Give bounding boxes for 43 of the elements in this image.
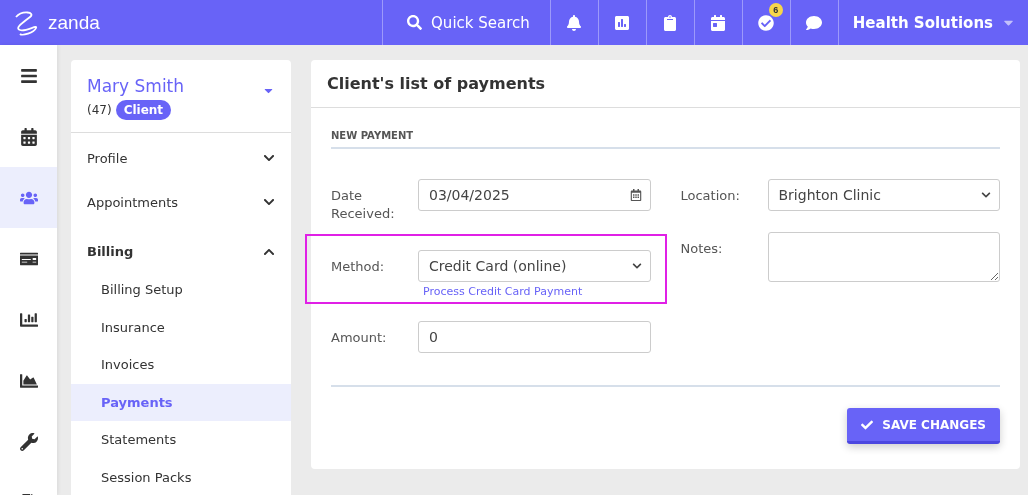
submenu-item[interactable]: Payments xyxy=(71,383,291,421)
notes-field[interactable] xyxy=(767,232,1000,282)
date-field[interactable]: 03/04/2025 xyxy=(418,179,651,211)
chevron-down-icon xyxy=(631,261,642,271)
chevron-down-icon xyxy=(263,152,275,164)
field-label: Notes: xyxy=(680,240,724,258)
search-icon xyxy=(407,15,423,30)
area-chart-icon xyxy=(19,371,38,390)
notification-badge: 6 xyxy=(768,3,783,17)
save-button[interactable]: SAVE CHANGES xyxy=(847,408,1000,444)
field-label: Location: xyxy=(680,187,741,205)
client-count: (47) xyxy=(87,103,112,117)
chat-icon xyxy=(806,14,823,31)
calendar-icon xyxy=(19,127,38,146)
chevron-down-icon xyxy=(263,196,275,208)
client-name: Mary Smith xyxy=(87,76,185,96)
account-menu[interactable]: Health Solutions xyxy=(838,0,1028,45)
menu-item[interactable]: Appointments xyxy=(71,180,291,224)
chevron-down-icon xyxy=(981,190,991,200)
calendar-icon xyxy=(710,14,727,31)
client-tag: Client xyxy=(115,100,172,120)
menu-icon xyxy=(19,66,38,85)
menu-item[interactable]: Billing xyxy=(71,232,291,271)
calendar-icon xyxy=(629,189,642,201)
menu-item[interactable]: Profile xyxy=(71,136,291,180)
field-label: Date Received: xyxy=(331,187,396,224)
check-icon xyxy=(861,418,874,431)
toolbar-button[interactable]: 6 xyxy=(742,0,791,45)
bar-chart-icon xyxy=(614,14,631,31)
bar-chart-icon xyxy=(19,310,38,329)
location-select[interactable]: Brighton Clinic xyxy=(767,179,1000,211)
bell-icon xyxy=(566,14,583,31)
section-heading: NEW PAYMENT xyxy=(331,108,1000,149)
amount-field[interactable]: 0 xyxy=(418,321,651,353)
wrench-icon xyxy=(19,432,38,451)
quick-search-button[interactable]: Quick Search xyxy=(382,0,551,45)
process-payment-link[interactable]: Process Credit Card Payment xyxy=(418,285,651,298)
clipboard-icon xyxy=(662,14,679,31)
card-title: Client's list of payments xyxy=(311,60,1020,108)
brand-name: zanda xyxy=(48,11,100,34)
field-label: Amount: xyxy=(331,329,388,347)
method-select[interactable]: Credit Card (online) xyxy=(418,250,651,282)
field-label: Method: xyxy=(331,258,386,276)
